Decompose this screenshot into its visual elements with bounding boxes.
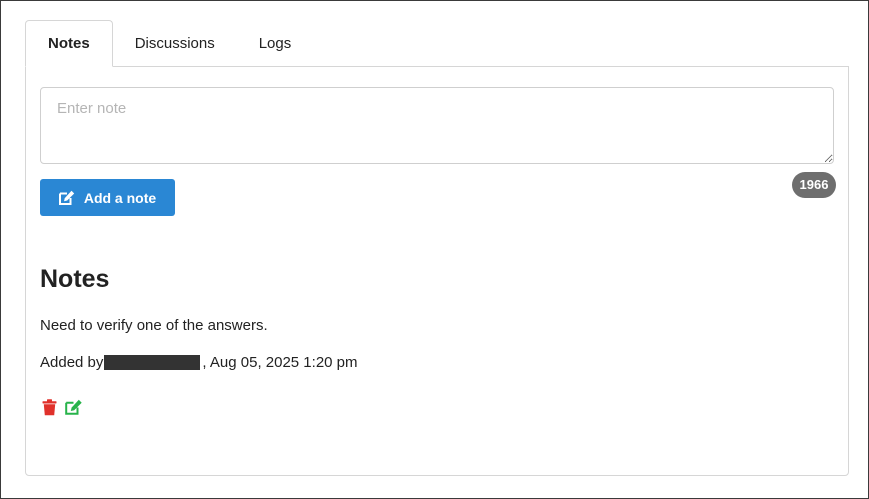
add-note-label: Add a note [83,189,157,206]
edit-icon[interactable] [65,399,83,415]
notes-heading: Notes [40,265,110,293]
notes-widget: Notes Discussions Logs 1966 Add a note N… [0,0,869,499]
redacted-author [104,355,201,370]
tab-notes[interactable]: Notes [25,20,113,67]
note-input[interactable] [40,87,834,164]
char-count-badge: 1966 [792,172,836,198]
note-date: , Aug 05, 2025 1:20 pm [202,354,358,371]
added-by-prefix: Added by [40,354,104,371]
notes-tab-panel: 1966 Add a note Notes Need to verify one… [25,66,849,476]
tab-bar: Notes Discussions Logs [25,20,313,67]
tab-discussions[interactable]: Discussions [113,21,237,67]
note-text: Need to verify one of the answers. [40,317,268,334]
add-note-button[interactable]: Add a note [40,179,175,216]
note-actions [42,399,83,416]
tab-logs[interactable]: Logs [237,21,314,67]
edit-icon [58,190,75,205]
note-meta: Added by , Aug 05, 2025 1:20 pm [40,354,358,371]
trash-icon[interactable] [42,399,57,416]
